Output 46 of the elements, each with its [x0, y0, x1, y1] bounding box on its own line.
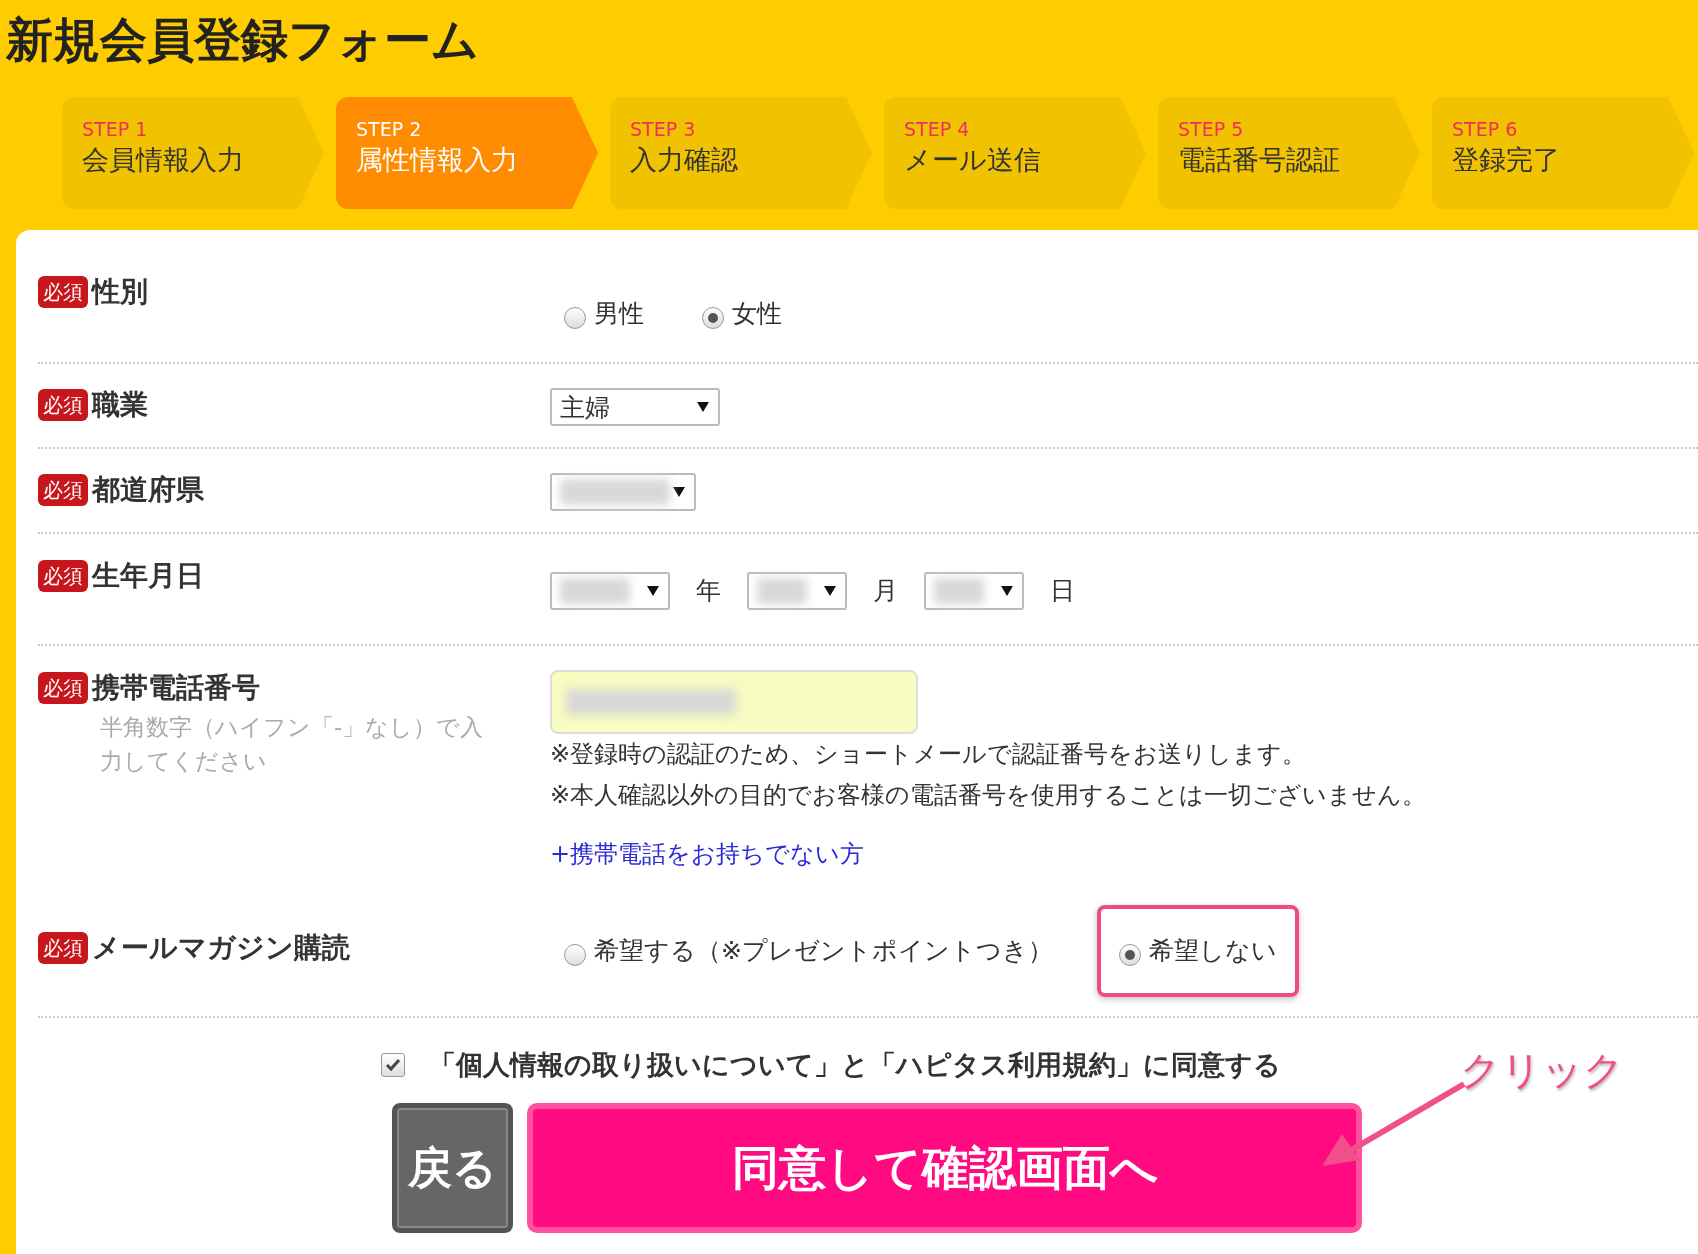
- note-text: ※本人確認以外の目的でお客様の電話番号を使用することは一切ございません。: [550, 780, 1428, 811]
- agree-checkbox[interactable]: [381, 1053, 405, 1077]
- date-unit: 月: [873, 575, 898, 607]
- field-label: 携帯電話番号: [92, 670, 260, 706]
- caret-icon: [672, 486, 686, 498]
- dropdown[interactable]: [747, 572, 847, 610]
- agreement-text: 「個人情報の取り扱いについて」と「ハピタス利用規約」に同意する: [429, 1048, 1281, 1082]
- back-button[interactable]: 戻る: [392, 1103, 513, 1233]
- caret-icon: [696, 401, 710, 413]
- field-label: メールマガジン購読: [92, 930, 350, 966]
- dropdown[interactable]: [550, 572, 670, 610]
- note-text: ※登録時の認証のため、ショートメールで認証番号をお送りします。: [550, 739, 1308, 770]
- field-label: 都道府県: [92, 472, 204, 508]
- required-badge: 必須: [38, 672, 88, 704]
- dropdown[interactable]: [550, 473, 696, 511]
- radio-button[interactable]: [702, 307, 724, 329]
- check-icon: [385, 1058, 401, 1072]
- page-title: 新規会員登録フォーム: [6, 11, 480, 69]
- field-label: 職業: [92, 387, 148, 423]
- dropdown[interactable]: 主婦: [550, 388, 720, 426]
- no-mobile-link[interactable]: +携帯電話をお持ちでない方: [550, 836, 865, 872]
- radio-button[interactable]: [1118, 944, 1141, 966]
- date-unit: 年: [696, 575, 721, 607]
- field-label: 生年月日: [92, 558, 204, 594]
- radio-label: 希望しない: [1148, 935, 1277, 967]
- required-badge: 必須: [38, 389, 88, 421]
- required-badge: 必須: [38, 560, 88, 592]
- radio-label: 希望する（※プレゼントポイントつき）: [594, 935, 1053, 967]
- caret-icon: [1000, 585, 1014, 597]
- caret-icon: [646, 585, 660, 597]
- radio-button[interactable]: [564, 944, 586, 966]
- required-badge: 必須: [38, 474, 88, 506]
- required-badge: 必須: [38, 276, 88, 308]
- field-hint: 半角数字（ハイフン「-」なし）で入力してください: [100, 713, 485, 776]
- field-label: 性別: [92, 274, 148, 310]
- dropdown-value: 主婦: [560, 391, 610, 424]
- phone-input-field[interactable]: [550, 670, 918, 734]
- radio-label: 男性: [594, 298, 644, 330]
- annotation-text: クリック: [1460, 1046, 1624, 1094]
- submit-button[interactable]: 同意して確認画面へ: [527, 1103, 1362, 1233]
- date-unit: 日: [1050, 575, 1075, 607]
- radio-button[interactable]: [564, 307, 586, 329]
- dropdown[interactable]: [924, 572, 1024, 610]
- required-badge: 必須: [38, 932, 88, 964]
- caret-icon: [823, 585, 837, 597]
- radio-label: 女性: [732, 298, 782, 330]
